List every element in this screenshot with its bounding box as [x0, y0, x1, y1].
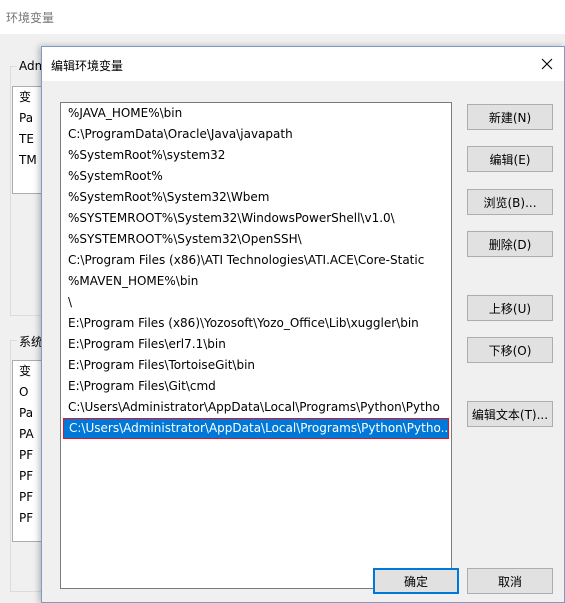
path-row[interactable]: %SystemRoot%: [61, 166, 451, 187]
path-row[interactable]: E:\Program Files\TortoiseGit\bin: [61, 355, 451, 376]
path-row[interactable]: C:\Program Files (x86)\ATI Technologies\…: [61, 250, 451, 271]
path-row[interactable]: %SYSTEMROOT%\System32\WindowsPowerShell\…: [61, 208, 451, 229]
move-up-button[interactable]: 上移(U): [467, 295, 553, 321]
parent-titlebar: 环境变量: [0, 0, 565, 34]
path-row[interactable]: %SystemRoot%\System32\Wbem: [61, 187, 451, 208]
path-row[interactable]: %MAVEN_HOME%\bin: [61, 271, 451, 292]
path-row[interactable]: %SYSTEMROOT%\System32\OpenSSH\: [61, 229, 451, 250]
path-row[interactable]: C:\ProgramData\Oracle\Java\javapath: [61, 124, 451, 145]
close-icon: [541, 58, 553, 70]
edit-env-variable-dialog: 编辑环境变量 %JAVA_HOME%\bin C:\ProgramData\Ora…: [41, 46, 565, 603]
delete-button[interactable]: 删除(D): [467, 231, 553, 257]
dialog-titlebar: 编辑环境变量: [42, 47, 564, 81]
cancel-button[interactable]: 取消: [467, 568, 553, 594]
ok-button[interactable]: 确定: [373, 568, 459, 594]
path-row[interactable]: E:\Program Files\erl7.1\bin: [61, 334, 451, 355]
path-row[interactable]: C:\Users\Administrator\AppData\Local\Pro…: [61, 397, 451, 418]
path-row[interactable]: E:\Program Files\Git\cmd: [61, 376, 451, 397]
close-button[interactable]: [530, 47, 564, 81]
path-row[interactable]: \: [61, 292, 451, 313]
path-row-selected[interactable]: C:\Users\Administrator\AppData\Local\Pro…: [63, 418, 449, 439]
edit-text-button[interactable]: 编辑文本(T)...: [467, 401, 553, 427]
path-row[interactable]: %JAVA_HOME%\bin: [61, 103, 451, 124]
dialog-title: 编辑环境变量: [51, 59, 124, 73]
path-list[interactable]: %JAVA_HOME%\bin C:\ProgramData\Oracle\Jav…: [60, 102, 452, 589]
edit-button[interactable]: 编辑(E): [467, 146, 553, 172]
browse-button[interactable]: 浏览(B)...: [467, 189, 553, 215]
new-button[interactable]: 新建(N): [467, 104, 553, 130]
parent-window-title: 环境变量: [6, 11, 55, 25]
path-row[interactable]: E:\Program Files (x86)\Yozosoft\Yozo_Off…: [61, 313, 451, 334]
path-row[interactable]: %SystemRoot%\system32: [61, 145, 451, 166]
move-down-button[interactable]: 下移(O): [467, 337, 553, 363]
